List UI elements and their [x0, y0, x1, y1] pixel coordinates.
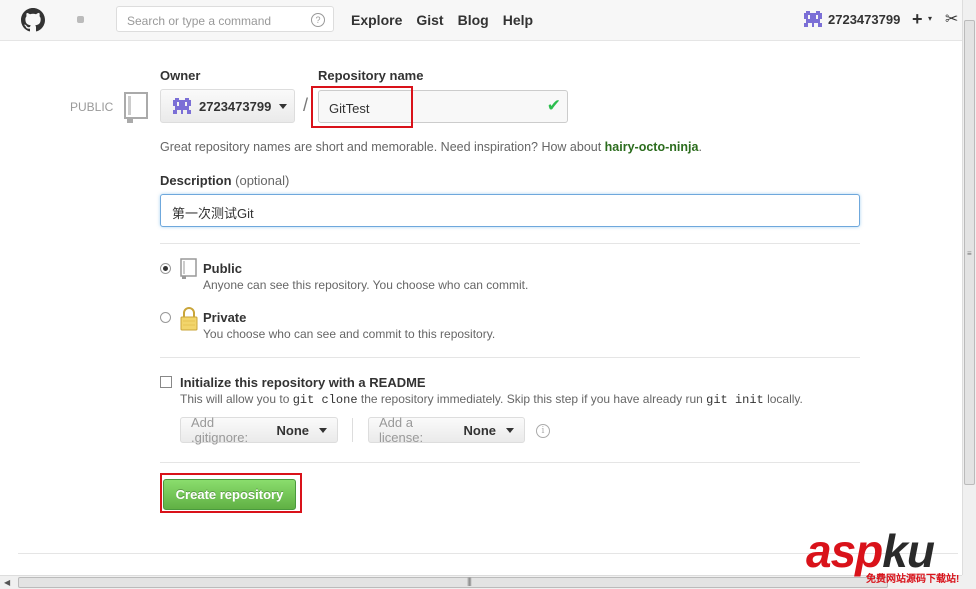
highlight-box-create-button [160, 473, 302, 513]
description-field[interactable] [160, 194, 860, 227]
license-label: Add a license: [379, 415, 424, 445]
owner-avatar [173, 98, 191, 114]
watermark-text: aspku [806, 525, 935, 577]
nav-help[interactable]: Help [503, 12, 533, 28]
vertical-scroll-thumb[interactable]: ≡ [964, 20, 975, 485]
divider [160, 243, 860, 244]
gitignore-value: None [276, 422, 310, 438]
description-label-text: Description [160, 173, 232, 188]
search-input[interactable] [125, 12, 309, 30]
chevron-down-icon [279, 103, 288, 109]
gitignore-select[interactable]: Add .gitignore: None [180, 415, 338, 445]
divider [160, 462, 860, 463]
scroll-grip-icon: ≡ [967, 249, 972, 258]
search-box[interactable]: ? [116, 6, 334, 32]
chevron-down-icon [319, 427, 327, 433]
init-desc-part: locally. [763, 392, 803, 406]
license-select[interactable]: Add a license: None [368, 415, 525, 445]
name-suggestion-link[interactable]: hairy-octo-ninja [605, 140, 699, 154]
license-value: None [463, 422, 497, 438]
hint-text: Great repository names are short and mem… [160, 140, 605, 154]
owner-label: Owner [160, 68, 201, 83]
lock-icon [180, 307, 198, 331]
description-input[interactable] [170, 204, 834, 221]
init-desc-part: the repository immediately. Skip this st… [357, 392, 707, 406]
repo-name-label: Repository name [318, 68, 424, 83]
settings-tools-icon[interactable]: ✂ [945, 9, 958, 29]
username[interactable]: 2723473799 [828, 12, 900, 27]
git-init-code: git init [706, 393, 764, 407]
init-readme-checkbox[interactable] [160, 376, 172, 388]
gitignore-label: Add .gitignore: [191, 415, 249, 445]
repo-context-dot-icon [77, 16, 84, 23]
owner-repo-separator: / [303, 95, 309, 115]
description-label: Description (optional) [160, 173, 289, 188]
public-option-desc: Anyone can see this repository. You choo… [203, 278, 529, 292]
user-menu[interactable]: 2723473799 [804, 11, 900, 27]
chevron-down-icon [506, 427, 514, 433]
vertical-scrollbar[interactable]: ≡ [962, 0, 976, 575]
dropdown-separator [352, 418, 353, 442]
github-logo-icon[interactable] [20, 8, 46, 32]
avatar [804, 11, 822, 27]
description-optional: (optional) [235, 173, 290, 188]
page: ? Explore Gist Blog Help 2723473799 + ▾ … [0, 0, 976, 589]
nav-gist[interactable]: Gist [416, 12, 443, 28]
valid-check-icon: ✔ [546, 96, 561, 115]
private-radio[interactable] [160, 312, 171, 323]
header-bar: ? Explore Gist Blog Help 2723473799 + ▾ … [0, 0, 962, 41]
init-desc-part: This will allow you to [180, 392, 293, 406]
private-option-desc: You choose who can see and commit to thi… [203, 327, 496, 341]
divider [160, 357, 860, 358]
nav-blog[interactable]: Blog [458, 12, 489, 28]
search-help-icon[interactable]: ? [311, 13, 325, 27]
init-readme-desc: This will allow you to git clone the rep… [180, 392, 803, 407]
init-readme-title: Initialize this repository with a README [180, 375, 426, 390]
scroll-left-arrow-icon[interactable]: ◀ [4, 578, 10, 587]
owner-select[interactable]: 2723473799 [160, 89, 295, 123]
owner-name: 2723473799 [199, 98, 272, 114]
public-book-icon [180, 258, 197, 279]
nav-explore[interactable]: Explore [351, 12, 402, 28]
hint-suffix: . [698, 140, 702, 154]
repo-name-hint: Great repository names are short and mem… [160, 140, 702, 154]
info-icon[interactable]: i [536, 424, 550, 438]
scroll-grip-icon: ||| [467, 576, 472, 586]
private-option-title: Private [203, 310, 247, 325]
main-nav: Explore Gist Blog Help [351, 12, 547, 28]
watermark-logo: aspku 免费网站源码下载站! [806, 528, 974, 586]
create-new-caret-icon[interactable]: ▾ [928, 14, 932, 23]
create-new-icon[interactable]: + [912, 9, 923, 30]
watermark-tagline: 免费网站源码下载站! [866, 574, 960, 585]
highlight-box-repo-name [311, 86, 413, 128]
public-option-title: Public [203, 261, 243, 276]
public-radio[interactable] [160, 263, 171, 274]
git-clone-code: git clone [292, 393, 358, 407]
visibility-tag: PUBLIC [70, 100, 114, 114]
horizontal-scroll-thumb[interactable]: ||| [18, 576, 888, 588]
repo-book-icon [124, 92, 148, 123]
